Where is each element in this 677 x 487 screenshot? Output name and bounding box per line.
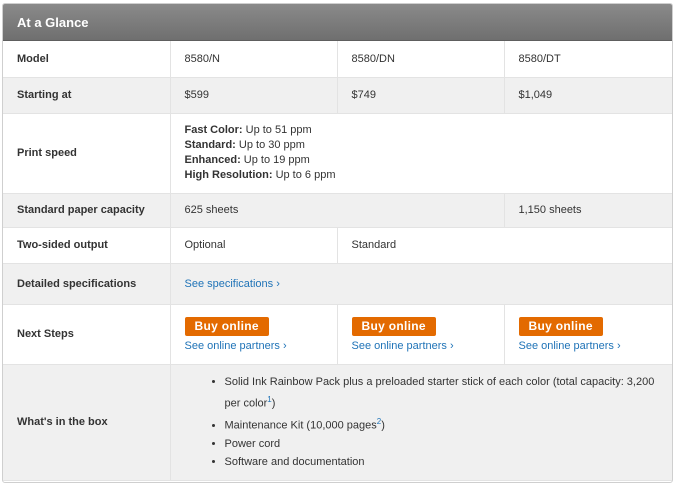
next-cell: Buy online See online partners ›	[504, 304, 672, 365]
row-label: Print speed	[3, 113, 171, 194]
speed-rate: Up to 19 ppm	[243, 154, 310, 166]
list-item: Software and documentation	[225, 453, 661, 471]
see-specifications-link[interactable]: See specifications ›	[185, 278, 280, 290]
speed-rate: Up to 6 ppm	[275, 169, 336, 181]
see-online-partners-link[interactable]: See online partners ›	[352, 340, 454, 352]
row-label: What's in the box	[3, 364, 171, 481]
row-label: Starting at	[3, 77, 171, 114]
speed-line: Enhanced: Up to 19 ppm	[185, 153, 661, 168]
row-label: Detailed specifications	[3, 263, 171, 305]
item-text-end: )	[271, 398, 276, 410]
cell-duplex: Optional	[170, 227, 338, 264]
next-cell: Buy online See online partners ›	[170, 304, 338, 365]
row-label: Two-sided output	[3, 227, 171, 264]
cell-price: $599	[170, 77, 338, 114]
row-specifications: Detailed specifications See specificatio…	[3, 263, 672, 305]
panel-title: At a Glance	[3, 4, 672, 41]
row-label: Standard paper capacity	[3, 193, 171, 228]
speed-mode: Enhanced:	[184, 154, 241, 166]
speed-line: High Resolution: Up to 6 ppm	[185, 168, 661, 183]
row-two-sided: Two-sided output Optional Standard	[3, 227, 672, 264]
row-label: Next Steps	[3, 304, 171, 365]
speed-mode: High Resolution:	[184, 169, 273, 181]
speed-line: Fast Color: Up to 51 ppm	[185, 123, 661, 138]
cell-paper: 625 sheets	[170, 193, 505, 228]
see-online-partners-link[interactable]: See online partners ›	[519, 340, 621, 352]
speed-line: Standard: Up to 30 ppm	[185, 138, 661, 153]
comparison-table: Model 8580/N 8580/DN 8580/DT Starting at…	[3, 41, 672, 481]
buy-online-button[interactable]: Buy online	[518, 316, 603, 336]
cell-price: $749	[337, 77, 505, 114]
cell-model: 8580/DN	[337, 41, 505, 78]
specs-cell: See specifications ›	[170, 263, 672, 305]
row-model: Model 8580/N 8580/DN 8580/DT	[3, 41, 672, 78]
cell-price: $1,049	[504, 77, 672, 114]
next-cell: Buy online See online partners ›	[337, 304, 505, 365]
buy-online-button[interactable]: Buy online	[351, 316, 436, 336]
cell-paper: 1,150 sheets	[504, 193, 672, 228]
box-contents-list: Solid Ink Rainbow Pack plus a preloaded …	[185, 373, 661, 470]
speed-mode: Standard:	[184, 139, 236, 151]
row-print-speed: Print speed Fast Color: Up to 51 ppm Sta…	[3, 113, 672, 194]
cell-model: 8580/DT	[504, 41, 672, 78]
print-speed-cell: Fast Color: Up to 51 ppm Standard: Up to…	[170, 113, 672, 194]
at-a-glance-panel: At a Glance Model 8580/N 8580/DN 8580/DT…	[2, 3, 673, 483]
box-cell: Solid Ink Rainbow Pack plus a preloaded …	[170, 364, 672, 481]
list-item: Maintenance Kit (10,000 pages2)	[225, 413, 661, 435]
list-item: Power cord	[225, 435, 661, 453]
row-label: Model	[3, 41, 171, 78]
speed-rate: Up to 30 ppm	[238, 139, 305, 151]
cell-duplex: Standard	[337, 227, 672, 264]
speed-rate: Up to 51 ppm	[245, 124, 312, 136]
speed-mode: Fast Color:	[184, 124, 243, 136]
row-whats-in-box: What's in the box Solid Ink Rainbow Pack…	[3, 364, 672, 481]
item-text-end: )	[381, 419, 385, 432]
see-online-partners-link[interactable]: See online partners ›	[185, 340, 287, 352]
row-next-steps: Next Steps Buy online See online partner…	[3, 304, 672, 365]
list-item: Solid Ink Rainbow Pack plus a preloaded …	[225, 373, 661, 413]
item-text: Solid Ink Rainbow Pack plus a preloaded …	[224, 376, 655, 410]
buy-online-button[interactable]: Buy online	[184, 316, 269, 336]
row-price: Starting at $599 $749 $1,049	[3, 77, 672, 114]
item-text: Maintenance Kit (10,000 pages	[224, 419, 377, 432]
cell-model: 8580/N	[170, 41, 338, 78]
row-paper-capacity: Standard paper capacity 625 sheets 1,150…	[3, 193, 672, 228]
